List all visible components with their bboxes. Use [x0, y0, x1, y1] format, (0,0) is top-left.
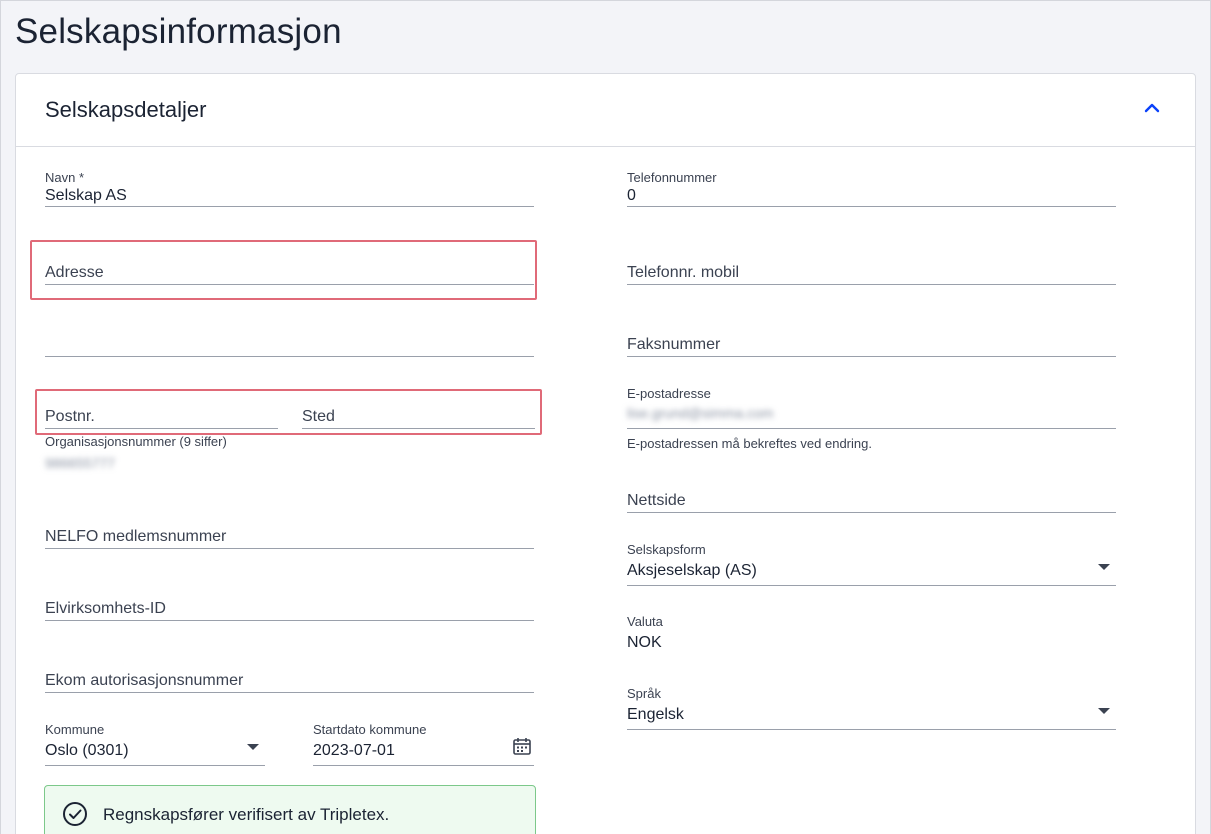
language-field: Språk Engelsk: [627, 686, 1116, 730]
language-select[interactable]: Engelsk: [627, 706, 684, 724]
collapse-button[interactable]: [1140, 96, 1164, 120]
email-label: E-postadresse: [627, 386, 711, 401]
ekom-field: Ekom autorisasjonsnummer: [45, 656, 534, 696]
municipality-select[interactable]: Oslo (0301): [45, 742, 129, 760]
nelfo-underline: [45, 548, 534, 549]
elvirksomhet-input[interactable]: Elvirksomhets-ID: [45, 600, 166, 618]
org-number-label: Organisasjonsnummer (9 siffer): [45, 434, 227, 449]
address-line-2-underline: [45, 356, 534, 357]
address-highlight: [30, 240, 537, 300]
company-form-label: Selskapsform: [627, 542, 706, 557]
fax-field: Faksnummer: [627, 320, 1116, 360]
page-title: Selskapsinformasjon: [15, 12, 342, 51]
municipality-start-field: Startdato kommune 2023-07-01: [313, 722, 534, 766]
name-input[interactable]: Selskap AS: [45, 187, 127, 205]
chevron-down-icon[interactable]: [1098, 708, 1110, 714]
company-form-select[interactable]: Aksjeselskap (AS): [627, 562, 757, 580]
name-underline: [45, 206, 534, 207]
phone-label: Telefonnummer: [627, 170, 717, 185]
phone-underline: [627, 206, 1116, 207]
verified-text: Regnskapsfører verifisert av Tripletex.: [103, 805, 390, 824]
email-input[interactable]: lise.grund@simma.com: [627, 405, 773, 421]
org-number-field: Organisasjonsnummer (9 siffer) 986655777: [45, 434, 534, 474]
nelfo-field: NELFO medlemsnummer: [45, 512, 534, 552]
website-field: Nettside: [627, 476, 1116, 516]
chevron-down-icon[interactable]: [247, 744, 259, 750]
name-label: Navn *: [45, 170, 85, 185]
email-field: E-postadresse lise.grund@simma.com E-pos…: [627, 386, 1116, 456]
municipality-start-input[interactable]: 2023-07-01: [313, 742, 395, 760]
elvirksomhet-underline: [45, 620, 534, 621]
chevron-down-icon[interactable]: [1098, 564, 1110, 570]
card-header: Selskapsdetaljer: [16, 74, 1195, 147]
fax-input[interactable]: Faksnummer: [627, 336, 720, 354]
section-title: Selskapsdetaljer: [45, 97, 207, 122]
currency-field: Valuta NOK: [627, 614, 1116, 654]
language-underline: [627, 729, 1116, 730]
fax-underline: [627, 356, 1116, 357]
currency-label: Valuta: [627, 614, 663, 629]
address-line-2-input[interactable]: [45, 332, 534, 358]
email-helper-text: E-postadressen må bekreftes ved endring.: [627, 436, 872, 451]
check-circle-icon: [63, 802, 87, 826]
chevron-up-icon: [1144, 103, 1160, 113]
address-line-2-field: [45, 320, 534, 360]
municipality-start-underline: [313, 765, 534, 766]
phone-input[interactable]: 0: [627, 187, 636, 205]
mobile-input[interactable]: Telefonnr. mobil: [627, 264, 739, 282]
language-label: Språk: [627, 686, 661, 701]
currency-value: NOK: [627, 634, 662, 651]
municipality-start-label: Startdato kommune: [313, 722, 427, 737]
elvirksomhet-field: Elvirksomhets-ID: [45, 584, 534, 624]
company-form-underline: [627, 585, 1116, 586]
name-field: Navn * Selskap AS: [45, 170, 534, 214]
email-underline: [627, 428, 1116, 429]
phone-field: Telefonnummer 0: [627, 170, 1116, 214]
website-underline: [627, 512, 1116, 513]
website-input[interactable]: Nettside: [627, 492, 686, 510]
org-number-value: 986655777: [45, 455, 116, 471]
ekom-input[interactable]: Ekom autorisasjonsnummer: [45, 672, 243, 690]
municipality-label: Kommune: [45, 722, 105, 737]
municipality-field: Kommune Oslo (0301): [45, 722, 265, 766]
nelfo-input[interactable]: NELFO medlemsnummer: [45, 528, 226, 546]
ekom-underline: [45, 692, 534, 693]
mobile-underline: [627, 284, 1116, 285]
company-form-field: Selskapsform Aksjeselskap (AS): [627, 542, 1116, 586]
municipality-underline: [45, 765, 265, 766]
postal-highlight: [35, 389, 542, 435]
calendar-icon[interactable]: [512, 736, 532, 756]
mobile-field: Telefonnr. mobil: [627, 248, 1116, 288]
verified-banner: Regnskapsfører verifisert av Tripletex.: [44, 785, 536, 834]
